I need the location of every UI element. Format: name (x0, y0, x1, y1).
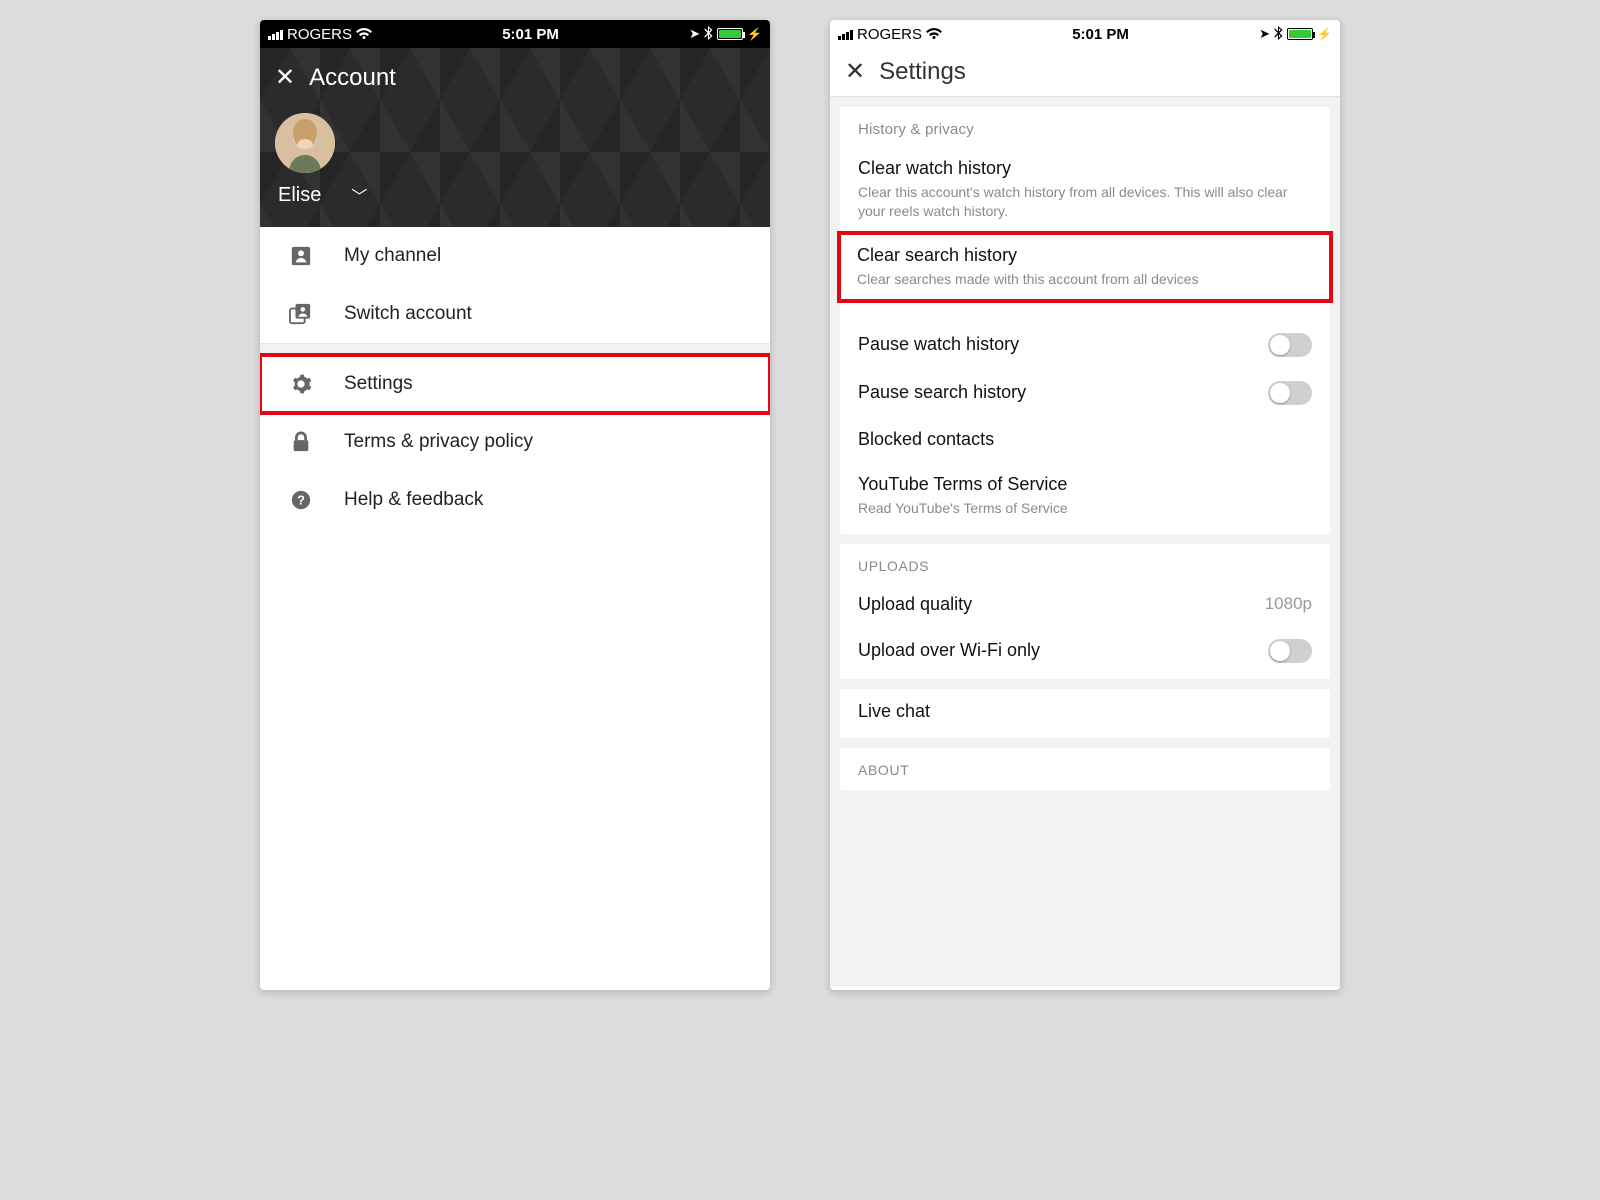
help-icon: ? (288, 489, 314, 511)
setting-subtitle: Clear this account's watch history from … (858, 183, 1312, 221)
phone-account: ROGERS 5:01 PM ➤ ⚡ ✕ Account Elise (260, 20, 770, 990)
divider (260, 343, 770, 355)
battery-icon (717, 28, 743, 40)
menu-item-terms[interactable]: Terms & privacy policy (260, 413, 770, 471)
section-live-chat: Live chat (840, 689, 1330, 738)
menu-label: Terms & privacy policy (344, 431, 533, 453)
person-box-icon (288, 245, 314, 267)
setting-title: Clear search history (857, 245, 1313, 266)
lock-icon (288, 431, 314, 453)
setting-title: Pause search history (858, 382, 1268, 403)
location-icon: ➤ (1259, 26, 1270, 42)
menu-item-my-channel[interactable]: My channel (260, 227, 770, 285)
bluetooth-icon (1274, 26, 1283, 43)
setting-title: Pause watch history (858, 334, 1268, 355)
carrier-label: ROGERS (287, 26, 352, 43)
user-name-label: Elise (278, 184, 321, 207)
section-header: UPLOADS (840, 544, 1330, 582)
row-blocked-contacts[interactable]: Blocked contacts (840, 417, 1330, 462)
menu-label: Switch account (344, 303, 472, 325)
user-switcher[interactable]: Elise ﹀ (275, 183, 755, 207)
wifi-icon (356, 28, 372, 40)
row-clear-watch-history[interactable]: Clear watch history Clear this account's… (840, 146, 1330, 233)
clock-label: 5:01 PM (1072, 26, 1129, 43)
signal-icon (268, 28, 283, 40)
gear-icon (288, 373, 314, 395)
setting-title: Upload over Wi-Fi only (858, 640, 1268, 661)
setting-title: Live chat (858, 701, 1312, 722)
page-title: Account (309, 64, 396, 92)
location-icon: ➤ (689, 26, 700, 42)
svg-text:?: ? (297, 493, 305, 508)
menu-label: Settings (344, 373, 413, 395)
setting-title: Clear watch history (858, 158, 1312, 179)
clock-label: 5:01 PM (502, 26, 559, 43)
account-menu: My channel Switch account Settings Terms… (260, 227, 770, 529)
section-about: ABOUT (840, 748, 1330, 790)
signal-icon (838, 28, 853, 40)
page-title: Settings (879, 58, 966, 86)
close-icon[interactable]: ✕ (275, 66, 295, 90)
charging-icon: ⚡ (747, 27, 762, 41)
carrier-label: ROGERS (857, 26, 922, 43)
setting-title: YouTube Terms of Service (858, 474, 1312, 495)
setting-subtitle: Read YouTube's Terms of Service (858, 499, 1312, 518)
toggle-pause-watch[interactable] (1268, 333, 1312, 357)
row-upload-wifi-only[interactable]: Upload over Wi-Fi only (840, 627, 1330, 675)
account-header: ✕ Account Elise ﹀ (260, 48, 770, 227)
settings-header: ✕ Settings (830, 48, 1340, 97)
chevron-down-icon: ﹀ (351, 183, 367, 207)
row-youtube-tos[interactable]: YouTube Terms of Service Read YouTube's … (840, 462, 1330, 530)
setting-value: 1080p (1265, 594, 1312, 614)
menu-item-help[interactable]: ? Help & feedback (260, 471, 770, 529)
menu-label: My channel (344, 245, 441, 267)
setting-title: Upload quality (858, 594, 1265, 615)
row-pause-watch-history[interactable]: Pause watch history (840, 321, 1330, 369)
setting-subtitle: Clear searches made with this account fr… (857, 270, 1313, 289)
status-bar: ROGERS 5:01 PM ➤ ⚡ (830, 20, 1340, 48)
section-header: History & privacy (840, 107, 1330, 146)
section-header: ABOUT (840, 748, 1330, 786)
close-icon[interactable]: ✕ (845, 60, 865, 84)
avatar[interactable] (275, 113, 335, 173)
status-bar: ROGERS 5:01 PM ➤ ⚡ (260, 20, 770, 48)
section-history-privacy: History & privacy Clear watch history Cl… (840, 107, 1330, 534)
row-upload-quality[interactable]: Upload quality 1080p (840, 582, 1330, 627)
bluetooth-icon (704, 26, 713, 43)
toggle-pause-search[interactable] (1268, 381, 1312, 405)
section-uploads: UPLOADS Upload quality 1080p Upload over… (840, 544, 1330, 679)
toggle-wifi-only[interactable] (1268, 639, 1312, 663)
charging-icon: ⚡ (1317, 27, 1332, 41)
phone-settings: ROGERS 5:01 PM ➤ ⚡ ✕ Settings History & … (830, 20, 1340, 990)
row-pause-search-history[interactable]: Pause search history (840, 369, 1330, 417)
wifi-icon (926, 28, 942, 40)
row-live-chat[interactable]: Live chat (840, 689, 1330, 734)
menu-item-settings[interactable]: Settings (260, 355, 770, 413)
switch-account-icon (288, 303, 314, 325)
setting-title: Blocked contacts (858, 429, 1312, 450)
menu-label: Help & feedback (344, 489, 483, 511)
battery-icon (1287, 28, 1313, 40)
menu-item-switch-account[interactable]: Switch account (260, 285, 770, 343)
row-clear-search-history[interactable]: Clear search history Clear searches made… (839, 233, 1331, 301)
settings-body: History & privacy Clear watch history Cl… (830, 97, 1340, 987)
